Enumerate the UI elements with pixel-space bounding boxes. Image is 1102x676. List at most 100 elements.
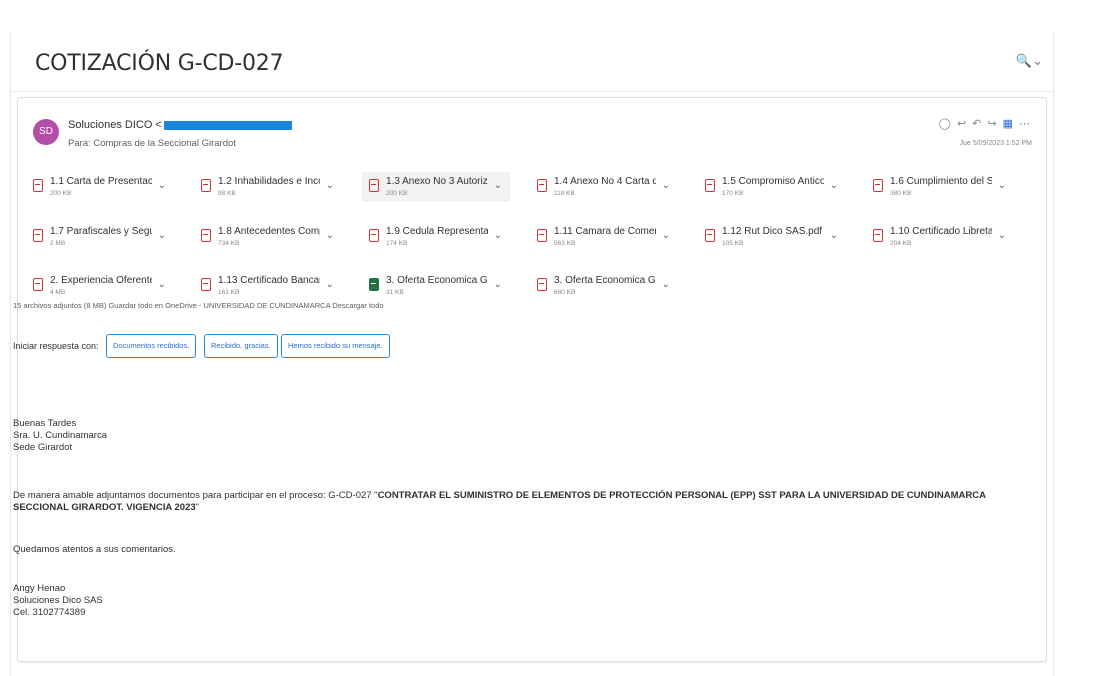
chevron-down-icon[interactable]: ⌄	[158, 279, 166, 290]
forward-icon[interactable]: ↪	[987, 118, 1002, 130]
attachment-name: 3. Oferta Economica GCD-02...	[386, 275, 488, 286]
attachment-name: 2. Experiencia Oferente-EPP...	[50, 275, 152, 286]
attachment-size: 31 KB	[386, 289, 404, 296]
chevron-down-icon[interactable]: ⌄	[494, 180, 502, 191]
chevron-down-icon[interactable]: ⌄	[326, 230, 334, 241]
chevron-down-icon[interactable]: ⌄	[662, 180, 670, 191]
attachment-2[interactable]: 1.2 Inhabilidades e Incomp... 98 KB ⌄	[194, 172, 342, 202]
attachment-13[interactable]: 2. Experiencia Oferente-EPP... 4 MB ⌄	[26, 271, 174, 301]
attachment-name: 1.3 Anexo No 3 Autorización ...	[386, 176, 488, 187]
attachment-name: 1.2 Inhabilidades e Incomp...	[218, 176, 320, 187]
attachment-size: 204 KB	[890, 240, 912, 247]
attachment-name: 1.4 Anexo No 4 Carta de co...	[554, 176, 656, 187]
greeting-line: Sra. U. Cundinamarca	[13, 430, 107, 441]
attachment-5[interactable]: 1.5 Compromiso Anticorrupc... 170 KB ⌄	[698, 172, 846, 202]
body-paragraph: De manera amable adjuntamos documentos p…	[13, 490, 1038, 514]
avatar[interactable]: SD	[33, 119, 59, 145]
chevron-down-icon[interactable]: ⌄	[830, 230, 838, 241]
attachment-11[interactable]: 1.12 Rut Dico SAS.pdf 105 KB ⌄	[698, 222, 846, 252]
attachment-size: 174 KB	[386, 240, 408, 247]
attachment-size: 200 KB	[50, 190, 72, 197]
attachment-size: 200 KB	[386, 190, 408, 197]
redacted-email	[163, 120, 292, 130]
attachment-16[interactable]: 3. Oferta Economica GCD-02... 680 KB ⌄	[530, 271, 678, 301]
pdf-icon	[201, 179, 211, 192]
pdf-icon	[705, 229, 715, 242]
pdf-icon	[873, 229, 883, 242]
pdf-icon	[33, 278, 43, 291]
attachment-size: 680 KB	[554, 289, 576, 296]
paragraph-prefix: De manera amable adjuntamos documentos p…	[13, 490, 378, 501]
pdf-icon	[537, 229, 547, 242]
paragraph-suffix: "	[195, 502, 200, 513]
chevron-down-icon[interactable]: ⌄	[326, 279, 334, 290]
signature-line: Cel. 3102774389	[13, 607, 86, 618]
attachment-size: 4 MB	[50, 289, 66, 296]
attachment-size: 380 KB	[890, 190, 912, 197]
copilot-icon[interactable]: ◯	[939, 118, 957, 130]
quick-reply-documentos-recibidos[interactable]: Documentos recibidos.	[106, 334, 197, 358]
attachment-size: 170 KB	[722, 190, 744, 197]
chevron-down-icon[interactable]: ⌄	[158, 230, 166, 241]
chevron-down-icon[interactable]: ⌄	[998, 230, 1006, 241]
pdf-icon	[537, 278, 547, 291]
subject-bar: COTIZACIÓN G-CD-027 🔍⌄	[11, 31, 1053, 92]
attachment-1[interactable]: 1.1 Carta de Presentación Pa... 200 KB ⌄	[26, 172, 174, 202]
quick-reply-hemos-recibido[interactable]: Hemos recibido su mensaje.	[281, 334, 390, 358]
attachment-size: 118 KB	[554, 190, 575, 197]
attachment-size: 563 KB	[554, 240, 576, 247]
chevron-down-icon[interactable]: ⌄	[158, 180, 166, 191]
pdf-icon	[369, 179, 379, 192]
chevron-down-icon[interactable]: ⌄	[830, 180, 838, 191]
greeting-block: Buenas Tardes Sra. U. Cundinamarca Sede …	[13, 418, 107, 454]
sent-datetime: Jue 5/09/2023 1:52 PM	[959, 140, 1032, 147]
chevron-down-icon[interactable]: ⌄	[998, 180, 1006, 191]
attachment-name: 1.13 Certificado Bancario Ban...	[218, 275, 320, 286]
pdf-icon	[537, 179, 547, 192]
quick-reply-recibido-gracias[interactable]: Recibido, gracias.	[204, 334, 278, 358]
sender-name-text: Soluciones DICO <	[68, 119, 162, 131]
pdf-icon	[33, 229, 43, 242]
pdf-icon	[201, 229, 211, 242]
attachment-3[interactable]: 1.3 Anexo No 3 Autorización ... 200 KB ⌄	[362, 172, 510, 202]
chevron-down-icon[interactable]: ⌄	[662, 279, 670, 290]
calendar-icon[interactable]: ▦	[1003, 118, 1019, 130]
attachment-14[interactable]: 1.13 Certificado Bancario Ban... 161 KB ⌄	[194, 271, 342, 301]
attachments-summary[interactable]: 15 archivos adjuntos (8 MB) Guardar todo…	[13, 301, 384, 310]
signature-line: Angy Henao	[13, 583, 66, 594]
attachment-7[interactable]: 1.7 Parafiscales y Seguridad ... 2 MB ⌄	[26, 222, 174, 252]
chevron-down-icon[interactable]: ⌄	[494, 279, 502, 290]
email-subject: COTIZACIÓN G-CD-027	[35, 51, 284, 76]
attachment-15[interactable]: 3. Oferta Economica GCD-02... 31 KB ⌄	[362, 271, 510, 301]
attachment-4[interactable]: 1.4 Anexo No 4 Carta de co... 118 KB ⌄	[530, 172, 678, 202]
pdf-icon	[369, 229, 379, 242]
attachment-name: 1.10 Certificado Libreta Milit...	[890, 226, 992, 237]
chevron-down-icon[interactable]: ⌄	[494, 230, 502, 241]
message-actions: ◯↩↶↪▦⋯	[939, 117, 1036, 130]
reply-all-icon[interactable]: ↶	[972, 118, 987, 130]
attachment-name: 3. Oferta Economica GCD-02...	[554, 275, 656, 286]
message-card: SD Soluciones DICO < Para: Compras de la…	[17, 97, 1047, 662]
attachment-8[interactable]: 1.8 Antecedentes Completos... 734 KB ⌄	[194, 222, 342, 252]
chevron-down-icon[interactable]: ⌄	[326, 180, 334, 191]
attachment-10[interactable]: 1.11 Camara de Comercio Su... 563 KB ⌄	[530, 222, 678, 252]
attachment-size: 105 KB	[722, 240, 744, 247]
zoom-icon[interactable]: 🔍⌄	[1016, 53, 1043, 69]
pdf-icon	[201, 278, 211, 291]
reply-icon[interactable]: ↩	[957, 118, 972, 130]
attachment-size: 161 KB	[218, 289, 240, 296]
chevron-down-icon[interactable]: ⌄	[662, 230, 670, 241]
attachment-name: 1.8 Antecedentes Completos...	[218, 226, 320, 237]
attachment-size: 2 MB	[50, 240, 66, 247]
closing-line: Quedamos atentos a sus comentarios.	[13, 544, 176, 555]
sender-name[interactable]: Soluciones DICO <	[68, 119, 292, 131]
pdf-icon	[33, 179, 43, 192]
attachment-name: 1.9 Cedula Representante La...	[386, 226, 488, 237]
signature-line: Soluciones Dico SAS	[13, 595, 103, 606]
attachment-6[interactable]: 1.6 Cumplimiento del SG-SS... 380 KB ⌄	[866, 172, 1014, 202]
attachment-12[interactable]: 1.10 Certificado Libreta Milit... 204 KB ⌄	[866, 222, 1014, 252]
more-options-icon[interactable]: ⋯	[1019, 118, 1036, 130]
pdf-icon	[873, 179, 883, 192]
attachment-9[interactable]: 1.9 Cedula Representante La... 174 KB ⌄	[362, 222, 510, 252]
attachment-size: 98 KB	[218, 190, 236, 197]
